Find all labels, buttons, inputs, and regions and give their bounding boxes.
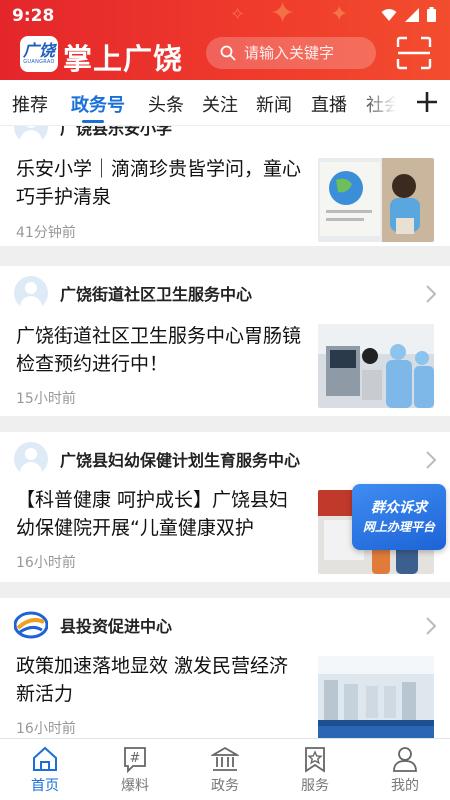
source-name: 县投资促进中心 xyxy=(60,617,173,636)
chevron-right-icon[interactable] xyxy=(424,616,438,636)
system-icons xyxy=(381,7,436,22)
news-title[interactable]: 政策加速落地显效 激发民营经济新活力 xyxy=(16,652,304,708)
news-time: 41分钟前 xyxy=(16,225,76,241)
news-thumbnail-hospital[interactable] xyxy=(318,324,434,408)
source-avatar xyxy=(14,276,48,310)
nav-home[interactable]: 首页 xyxy=(0,739,90,800)
news-title[interactable]: 乐安小学｜滴滴珍贵皆学问，童心巧手护清泉 xyxy=(16,155,304,211)
nav-profile[interactable]: 我的 xyxy=(360,739,450,800)
svg-text:#: # xyxy=(130,751,141,766)
banner-line-1: 群众诉求 xyxy=(371,500,427,516)
news-feed: 广饶县乐安小学 乐安小学｜滴滴珍贵皆学问，童心巧手护清泉 41分钟前 广饶街道社… xyxy=(0,126,450,738)
search-bar[interactable] xyxy=(206,37,376,69)
news-title[interactable]: 广饶街道社区卫生服务中心胃肠镜检查预约进行中！ xyxy=(16,322,304,378)
wifi-icon xyxy=(381,8,397,21)
source-name: 广饶县乐安小学 xyxy=(60,126,173,138)
source-avatar xyxy=(14,126,48,144)
add-channel-icon[interactable] xyxy=(412,87,442,117)
nav-label: 首页 xyxy=(31,778,59,794)
source-row[interactable]: 县投资促进中心 xyxy=(14,608,172,642)
news-title[interactable]: 【科普健康 呵护成长】广饶县妇幼保健院开展“儿童健康双护 xyxy=(16,486,304,542)
investment-center-logo-icon xyxy=(14,611,48,639)
source-row[interactable]: 广饶县妇幼保健计划生育服务中心 xyxy=(14,442,300,476)
category-tabs: 推荐 政务号 头条 关注 新闻 直播 社会 xyxy=(0,80,450,126)
nav-label: 服务 xyxy=(301,778,329,794)
tab-headlines[interactable]: 头条 xyxy=(148,91,184,117)
app-header: ✦ ✦ ✧ 9:28 广饶 GUANGRAO 掌上广饶 xyxy=(0,0,450,80)
news-time: 16小时前 xyxy=(16,555,76,571)
news-thumbnail-kids-drawing[interactable] xyxy=(318,158,434,242)
chevron-right-icon[interactable] xyxy=(424,284,438,304)
tab-live[interactable]: 直播 xyxy=(311,91,347,117)
nav-label: 政务 xyxy=(211,778,239,794)
tab-recommend[interactable]: 推荐 xyxy=(12,91,48,117)
user-icon xyxy=(393,747,417,772)
status-time: 9:28 xyxy=(12,6,55,26)
signal-icon xyxy=(405,7,419,22)
app-screen: ✦ ✦ ✧ 9:28 广饶 GUANGRAO 掌上广饶 请输入关键字 推荐 政务… xyxy=(0,0,450,800)
nav-service[interactable]: 服务 xyxy=(270,739,360,800)
home-icon xyxy=(33,746,57,771)
government-icon xyxy=(211,746,239,771)
nav-label: 爆料 xyxy=(121,778,149,794)
source-row[interactable]: 广饶街道社区卫生服务中心 xyxy=(14,276,252,310)
news-time: 16小时前 xyxy=(16,721,76,737)
petition-platform-banner[interactable]: 群众诉求 网上办理平台 xyxy=(352,484,446,550)
logo-text: 广饶 xyxy=(22,40,55,60)
app-logo: 广饶 GUANGRAO xyxy=(20,36,58,72)
status-bar: 9:28 xyxy=(0,0,450,30)
nav-label: 我的 xyxy=(391,778,419,794)
search-icon xyxy=(220,45,236,61)
tab-following[interactable]: 关注 xyxy=(202,91,238,117)
active-tab-indicator xyxy=(82,120,104,123)
banner-line-2: 网上办理平台 xyxy=(362,520,435,534)
logo-subtext: GUANGRAO xyxy=(23,58,55,65)
source-name: 广饶街道社区卫生服务中心 xyxy=(60,285,253,304)
chevron-right-icon[interactable] xyxy=(424,450,438,470)
nav-report[interactable]: # 爆料 xyxy=(90,739,180,800)
battery-icon xyxy=(427,7,436,22)
app-title: 掌上广饶 xyxy=(63,42,184,76)
news-card[interactable]: 广饶县乐安小学 乐安小学｜滴滴珍贵皆学问，童心巧手护清泉 41分钟前 xyxy=(0,126,450,246)
scan-icon[interactable] xyxy=(396,36,432,70)
source-avatar xyxy=(14,442,48,476)
hashtag-icon: # xyxy=(124,747,146,773)
tab-news[interactable]: 新闻 xyxy=(256,91,292,117)
tabs-fade xyxy=(358,80,406,125)
bottom-navigation: 首页 # 爆料 政务 服务 我的 xyxy=(0,738,450,800)
news-card[interactable]: 县投资促进中心 政策加速落地显效 激发民营经济新活力 16小时前 xyxy=(0,598,450,738)
source-row[interactable]: 广饶县乐安小学 xyxy=(14,126,172,144)
tab-government[interactable]: 政务号 xyxy=(71,91,125,117)
nav-government[interactable]: 政务 xyxy=(180,739,270,800)
service-icon xyxy=(305,747,325,773)
news-time: 15小时前 xyxy=(16,391,76,407)
news-card[interactable]: 广饶街道社区卫生服务中心 广饶街道社区卫生服务中心胃肠镜检查预约进行中！ 15小… xyxy=(0,266,450,416)
search-input[interactable] xyxy=(244,44,364,62)
news-thumbnail-factory[interactable] xyxy=(318,656,434,738)
source-name: 广饶县妇幼保健计划生育服务中心 xyxy=(60,451,301,470)
